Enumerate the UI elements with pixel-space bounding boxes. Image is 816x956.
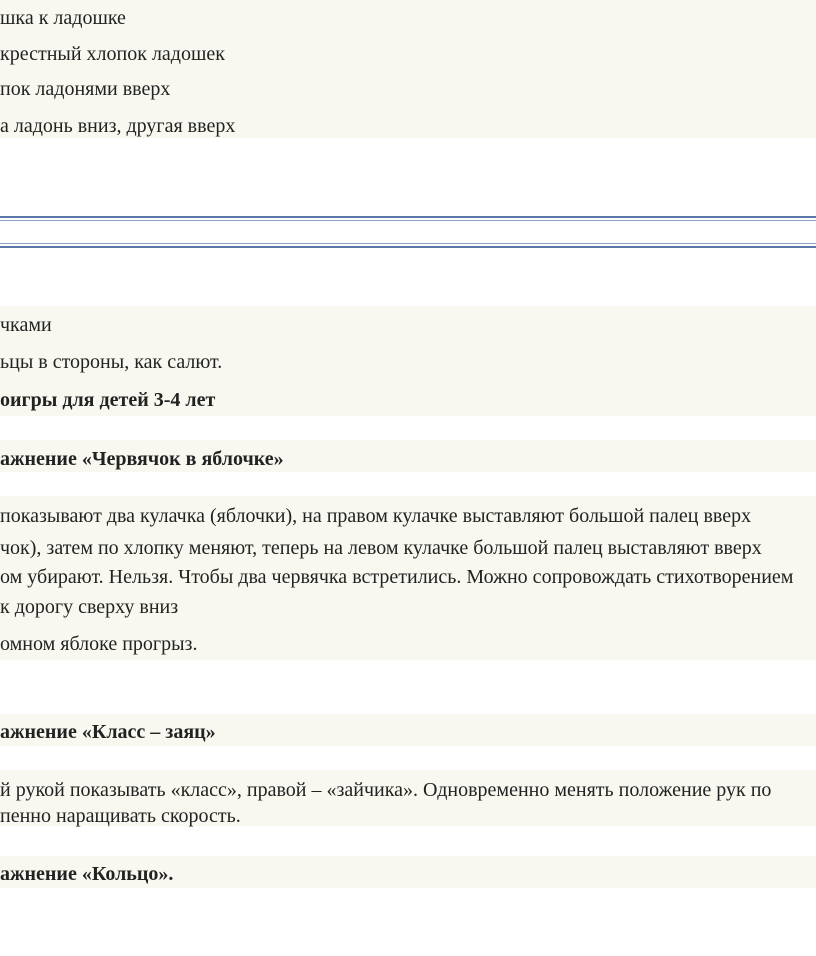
list-item: шка к ладошке <box>0 7 126 29</box>
paragraph-line: омном яблоке прогрыз. <box>0 633 198 655</box>
paragraph-line: к дорогу сверху вниз <box>0 596 179 618</box>
exercise-heading-class: ажнение «Класс – заяц» <box>0 721 216 743</box>
divider-bottom-inner <box>0 243 816 244</box>
paragraph-line: показывают два кулачка (яблочки), на пра… <box>0 505 752 527</box>
list-item: крестный хлопок ладошек <box>0 43 225 65</box>
divider-bottom <box>0 246 816 248</box>
paragraph-line: чок), затем по хлопку меняют, теперь на … <box>0 537 762 559</box>
text-line: ьцы в стороны, как салют. <box>0 351 223 373</box>
exercise-heading-worm: ажнение «Червячок в яблочке» <box>0 448 284 470</box>
section-heading: оигры для детей 3-4 лет <box>0 389 216 411</box>
divider-top <box>0 216 816 218</box>
paragraph-line: пенно наращивать скорость. <box>0 805 241 827</box>
list-item: пок ладонями вверх <box>0 78 171 100</box>
paragraph-line: ом убирают. Нельзя. Чтобы два червячка в… <box>0 566 794 588</box>
text-line: чками <box>0 314 52 336</box>
divider-top-inner <box>0 220 816 221</box>
paragraph-line: й рукой показывать «класс», правой – «за… <box>0 779 772 801</box>
list-item: а ладонь вниз, другая вверх <box>0 115 236 137</box>
exercise-heading-ring: ажнение «Кольцо». <box>0 863 174 885</box>
